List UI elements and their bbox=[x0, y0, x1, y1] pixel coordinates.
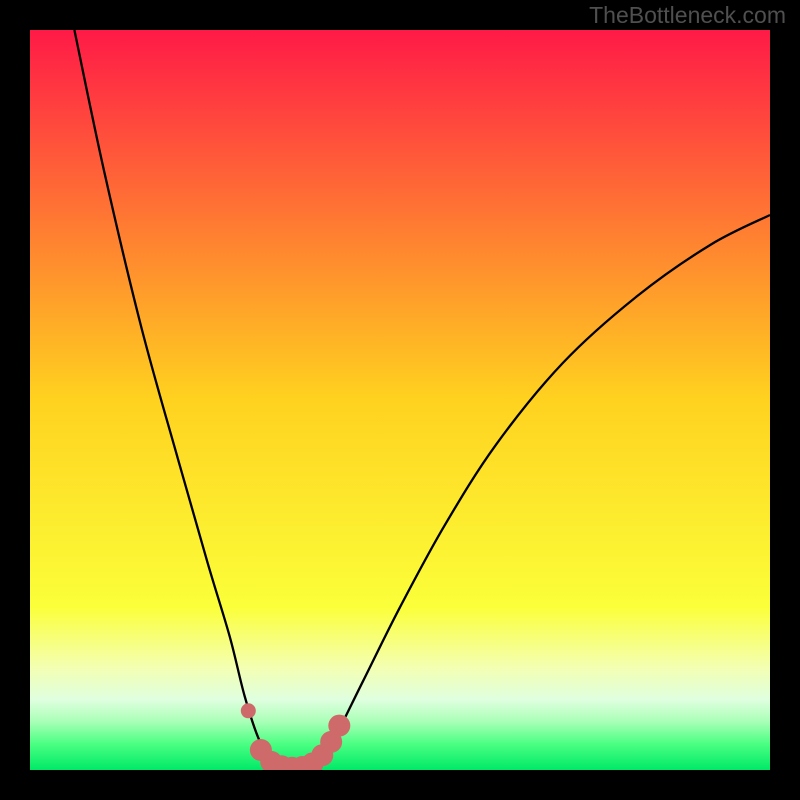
watermark-text: TheBottleneck.com bbox=[589, 2, 786, 29]
highlight-marker bbox=[241, 703, 256, 718]
bottleneck-chart bbox=[0, 0, 800, 800]
chart-frame: TheBottleneck.com bbox=[0, 0, 800, 800]
plot-background bbox=[30, 30, 770, 770]
highlight-marker bbox=[328, 715, 350, 737]
